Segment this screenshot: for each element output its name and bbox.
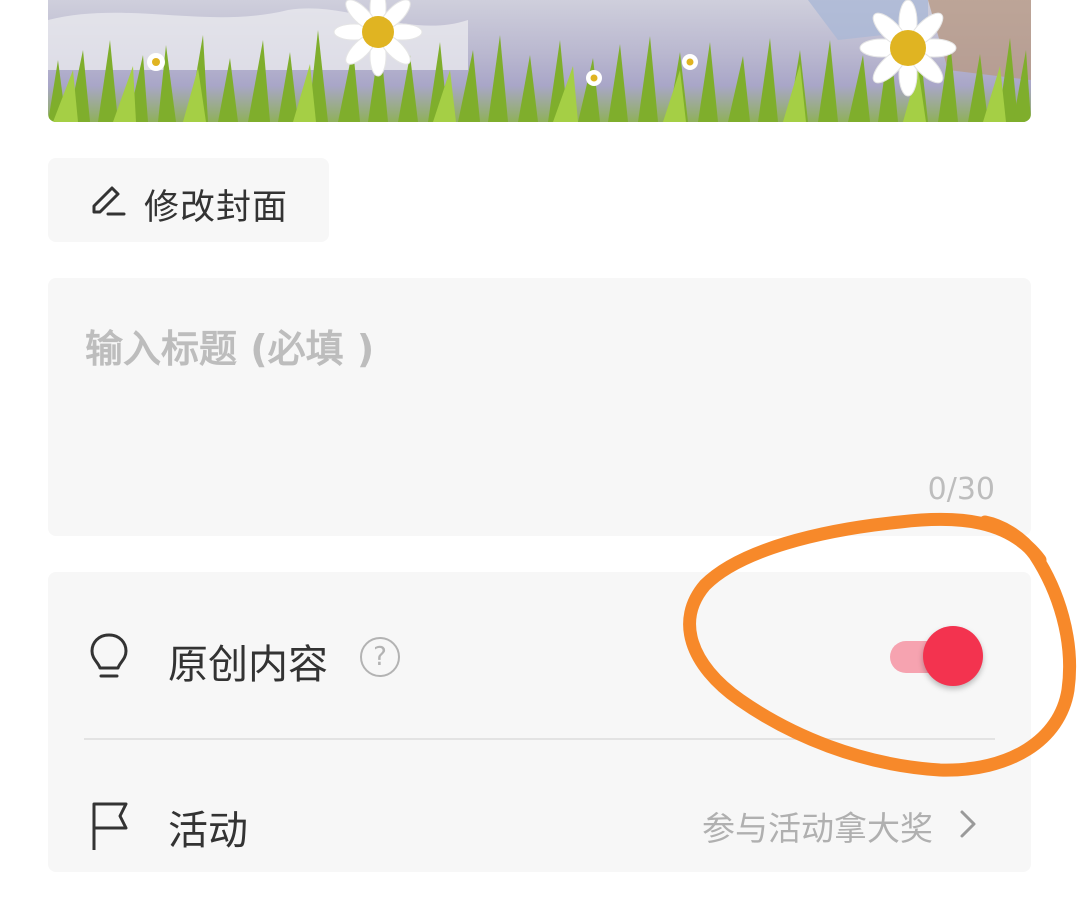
options-panel: 原创内容 ? 活动 参与活动拿大奖 [48, 572, 1031, 872]
title-char-counter: 0/30 [927, 472, 995, 507]
original-content-label: 原创内容 [168, 642, 328, 688]
edit-cover-label: 修改封面 [144, 188, 289, 228]
edit-cover-button[interactable]: 修改封面 [48, 158, 329, 242]
lightbulb-icon [90, 633, 128, 678]
pencil-icon [92, 186, 126, 216]
flag-icon [92, 802, 128, 850]
original-content-row: 原创内容 ? [48, 572, 1031, 732]
activity-hint: 参与活动拿大奖 [702, 809, 933, 848]
activity-row[interactable]: 活动 参与活动拿大奖 [48, 740, 1031, 900]
title-input[interactable]: 输入标题 (必填 ) 0/30 [48, 278, 1031, 536]
cover-image[interactable] [48, 0, 1031, 122]
title-placeholder: 输入标题 (必填 ) [85, 327, 375, 371]
help-icon[interactable]: ? [360, 637, 400, 677]
toggle-thumb [923, 626, 983, 686]
activity-label: 活动 [168, 808, 248, 854]
chevron-right-icon [960, 810, 976, 838]
original-content-toggle[interactable] [886, 624, 990, 690]
cover-illustration [48, 0, 1031, 122]
